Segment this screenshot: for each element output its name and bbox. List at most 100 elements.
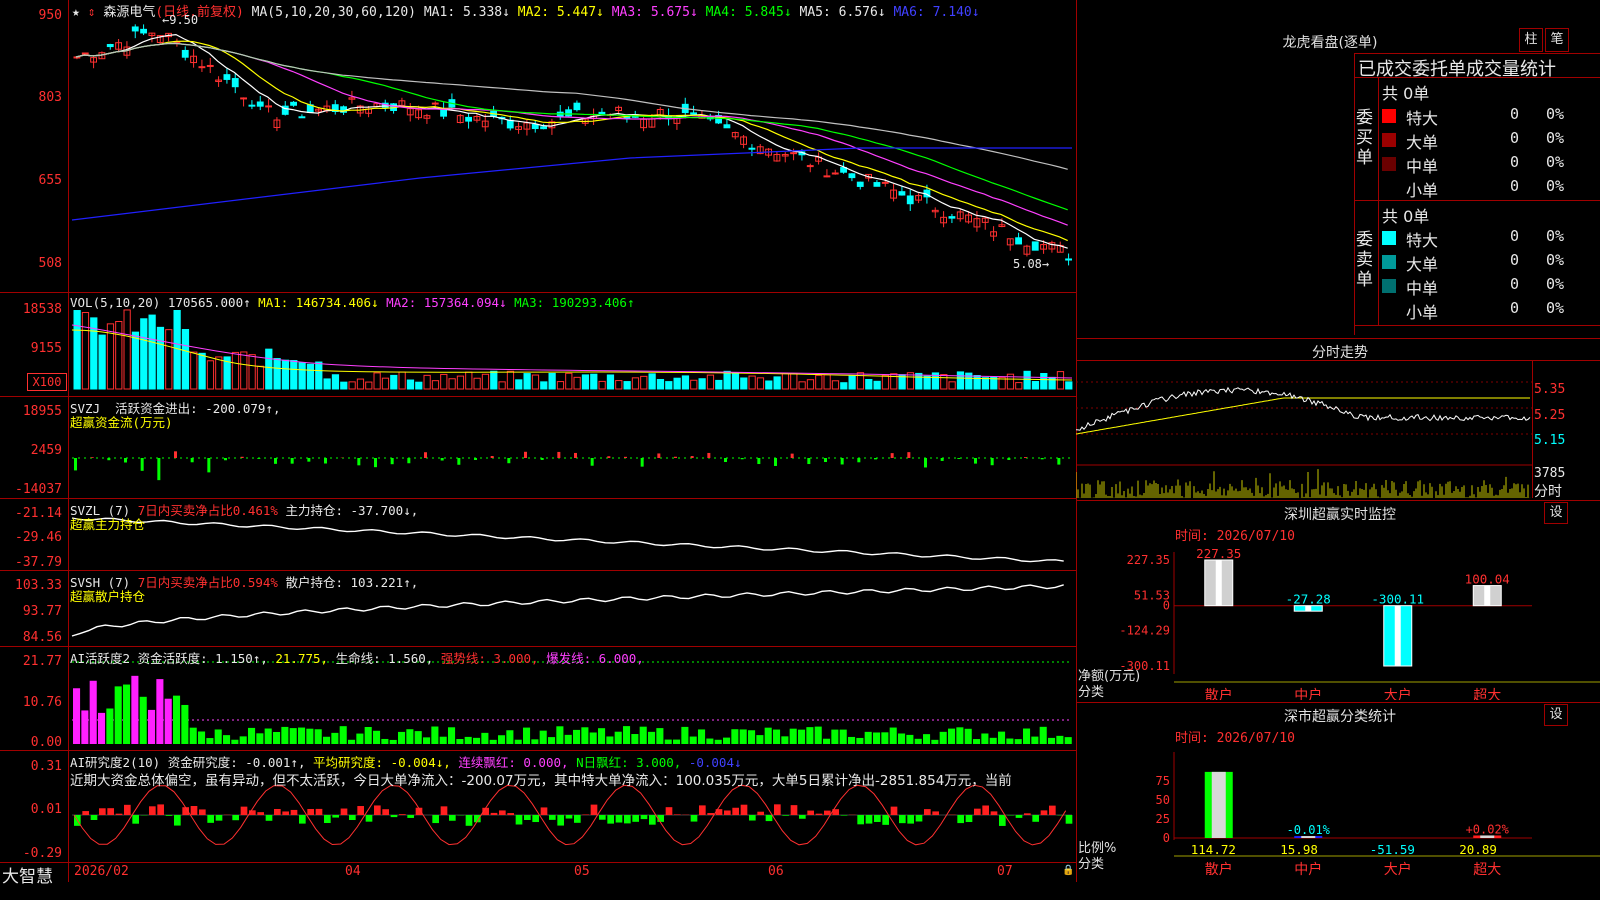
category-label: 超大 (1473, 688, 1501, 700)
active-bar (173, 695, 181, 744)
research-bar (999, 815, 1006, 826)
volume-bar (365, 381, 373, 390)
flow-bar (440, 458, 444, 461)
bar-pct-label: -0.01% (1287, 823, 1331, 837)
intraday-chart[interactable] (1076, 360, 1532, 498)
active-bar (756, 735, 764, 744)
candle-body (1015, 237, 1023, 245)
volume-bar (765, 380, 773, 390)
active-bar (281, 726, 289, 744)
axis-tick-label: 25 (1156, 812, 1170, 826)
research-bar (774, 804, 781, 815)
x-unit-label: 分类 (1078, 685, 1104, 700)
candle-body (290, 101, 297, 106)
active-bar (698, 729, 706, 744)
volume-bar (1065, 381, 1073, 390)
flow-bar (790, 453, 794, 458)
active-bar (606, 736, 614, 744)
ai-research-title: AI研究度2(10) (70, 755, 161, 770)
volume-bar (231, 351, 240, 390)
candle-body (898, 191, 906, 196)
price-axis-label: 950 (38, 8, 62, 23)
order-row: 中单 0 0% (1382, 153, 1600, 176)
expand-icon[interactable]: ⇕ (88, 5, 96, 20)
flow-bar (740, 458, 744, 460)
candle-body (565, 109, 573, 117)
candle-body (206, 64, 214, 67)
divider (1532, 360, 1533, 498)
candle-body (465, 116, 472, 122)
flow-bar (640, 458, 644, 467)
ma-title: MA(5,10,20,30,60,120) (251, 5, 417, 20)
volume-bar (448, 378, 456, 390)
order-row-count: 0 (1510, 251, 1520, 269)
research-bar (107, 808, 114, 815)
flow-bar (557, 451, 561, 458)
flow-bar (190, 458, 194, 463)
volume-bar (615, 380, 623, 390)
active-bar (648, 731, 656, 744)
order-row-label: 特大 (1406, 109, 1439, 128)
svsh-desc: 7日内买卖净占比0.594% (137, 575, 278, 590)
order-row-pct: 0% (1546, 251, 1565, 269)
research-bar (290, 809, 298, 815)
active-bar (639, 726, 647, 744)
flow-bar (307, 458, 311, 462)
research-bar (582, 814, 589, 815)
tick-mode-button[interactable]: 笔 (1545, 28, 1569, 52)
bar-value-label: 114.72 (1191, 842, 1236, 857)
active-bar (598, 728, 606, 744)
volume-bar (665, 381, 673, 390)
star-icon[interactable]: ★ (72, 5, 80, 20)
volume-bar (723, 370, 731, 390)
research-bar (374, 805, 381, 815)
volume-bar (556, 381, 565, 390)
high-price-mark: ←9.50 (162, 13, 199, 27)
active-bar (98, 712, 106, 744)
flow-bar (724, 458, 727, 463)
active-bar (214, 729, 222, 744)
volume-bar (265, 348, 273, 390)
active-bar (139, 696, 147, 744)
brand-logo: 大智慧 (2, 867, 53, 887)
research-bar (757, 811, 764, 815)
candle-body (1031, 241, 1039, 251)
candle-body (240, 97, 248, 100)
research-bar (599, 815, 606, 820)
research-bar (1049, 805, 1056, 815)
axis-tick-label: -124.29 (1119, 624, 1170, 638)
price-axis-label: 508 (38, 256, 62, 271)
volume-bar (306, 363, 315, 390)
candle-body (831, 172, 839, 175)
candle-body (506, 119, 514, 129)
y-unit-label: 比例% (1078, 841, 1116, 856)
color-swatch (1382, 303, 1396, 317)
active-bar (81, 710, 89, 744)
active-bar (339, 726, 347, 744)
volume-bar (973, 375, 981, 390)
x-axis-label: 04 (345, 864, 361, 879)
axis-tick-label: 75 (1156, 774, 1170, 788)
active-bar (423, 737, 431, 744)
order-row-label: 中单 (1406, 279, 1439, 298)
flow-bar (274, 458, 277, 464)
research-bar (824, 810, 831, 815)
price-axis-label: 803 (38, 90, 62, 105)
x-axis-label: 05 (574, 864, 590, 879)
bar-pct-label: +0.02% (1466, 822, 1510, 836)
ma6-value: MA6: 7.140↓ (893, 5, 980, 20)
active-bar (506, 730, 514, 744)
active-bar (123, 684, 131, 744)
ai-research-comment: 近期大资金总体偏空，虽有异动，但不太活跃，今日大单净流入：-200.07万元，其… (70, 773, 1012, 789)
research-bar (340, 808, 348, 815)
research-bar (432, 815, 439, 824)
divider (0, 396, 1076, 397)
active-bar (673, 739, 681, 744)
lock-icon[interactable]: 🔒 (1062, 865, 1074, 876)
active-bar (706, 738, 714, 744)
ma-line (75, 42, 1068, 170)
volume-bar (531, 374, 540, 390)
bar-mode-button[interactable]: 柱 (1519, 28, 1543, 52)
active-bar (764, 727, 772, 744)
intraday-axis-label: 5.15 (1534, 433, 1566, 448)
